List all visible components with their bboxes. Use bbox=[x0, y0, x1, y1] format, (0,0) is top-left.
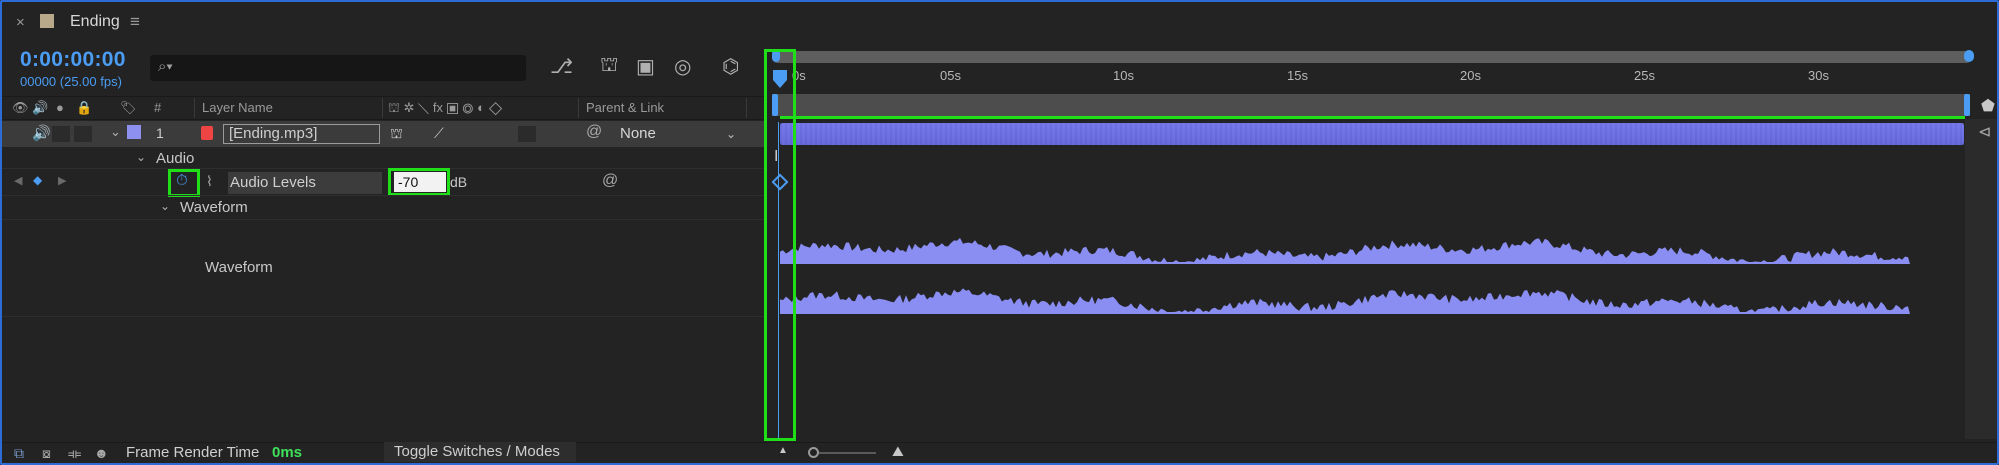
column-divider bbox=[382, 98, 383, 118]
frame-fps-readout: 00000 (25.00 fps) bbox=[20, 74, 122, 89]
chevron-down-icon[interactable]: ⌄ bbox=[110, 124, 121, 140]
column-number: # bbox=[154, 100, 162, 115]
work-area-end-handle[interactable] bbox=[1964, 94, 1970, 116]
close-tab-icon[interactable]: × bbox=[16, 14, 25, 31]
row-divider bbox=[2, 195, 764, 196]
search-layers-input[interactable]: ⌕▾ bbox=[150, 55, 526, 81]
frame-blending-icon[interactable]: ◎ bbox=[674, 54, 691, 79]
ruler-label: 30s bbox=[1808, 68, 1829, 83]
audio-enabled-icon[interactable]: 🔊 bbox=[32, 124, 51, 142]
audio-levels-input[interactable]: -70 bbox=[394, 172, 446, 192]
waveform-group-label: Waveform bbox=[180, 199, 248, 216]
solo-switch-icon[interactable]: ● bbox=[56, 100, 64, 115]
frame-render-label: Frame Render Time bbox=[126, 444, 260, 461]
row-divider bbox=[2, 316, 764, 317]
draft-3d-icon[interactable]: ⛫ bbox=[600, 54, 618, 79]
frame-render-value: 0ms bbox=[272, 444, 303, 461]
audio-waveform bbox=[780, 237, 1910, 314]
layer-number: 1 bbox=[156, 125, 164, 141]
lock-toggle[interactable] bbox=[74, 126, 92, 142]
shy-layers-icon[interactable]: ▣ bbox=[636, 54, 655, 79]
adjustment-switch[interactable] bbox=[518, 126, 536, 142]
audio-levels-label: Audio Levels bbox=[228, 172, 382, 194]
shy-switch-icon[interactable]: ⛫ bbox=[390, 125, 403, 144]
parent-value: None bbox=[620, 125, 656, 142]
panel-menu-icon[interactable]: ≡ bbox=[130, 12, 140, 32]
pick-whip-icon[interactable]: @ bbox=[586, 123, 602, 141]
chevron-down-icon: ⌄ bbox=[725, 127, 736, 141]
navigator-end-handle[interactable] bbox=[1964, 50, 1974, 62]
tab-title[interactable]: Ending bbox=[70, 13, 120, 31]
ruler-label: 25s bbox=[1634, 68, 1655, 83]
tab-bar bbox=[2, 2, 1997, 44]
column-divider bbox=[578, 98, 579, 118]
search-icon: ⌕▾ bbox=[158, 58, 173, 75]
comp-flowchart-icon[interactable]: ⧉ bbox=[14, 445, 24, 462]
parent-dropdown[interactable]: None ⌄ bbox=[612, 124, 740, 144]
chevron-down-icon[interactable]: ⌄ bbox=[160, 199, 170, 213]
keyframe-diamond-icon[interactable]: ◆ bbox=[33, 173, 42, 187]
comp-color-swatch bbox=[40, 14, 54, 28]
zoom-in-icon[interactable]: ⛰ bbox=[892, 443, 904, 460]
composition-mini-flowchart-icon[interactable]: ⎇ bbox=[550, 54, 573, 79]
ruler-label: 20s bbox=[1460, 68, 1481, 83]
current-timecode[interactable]: 0:00:00:00 bbox=[20, 48, 126, 72]
row-divider bbox=[2, 168, 764, 169]
label-tag-icon[interactable]: 🏷 bbox=[120, 100, 137, 116]
prev-keyframe-icon[interactable]: ◀ bbox=[14, 174, 22, 187]
layer-label-color[interactable] bbox=[127, 125, 141, 139]
next-keyframe-icon[interactable]: ▶ bbox=[58, 174, 66, 187]
video-switch-icon[interactable]: 👁 bbox=[12, 100, 29, 116]
user-icon[interactable]: ☻ bbox=[94, 445, 109, 461]
ruler-label: 10s bbox=[1113, 68, 1134, 83]
audio-file-icon bbox=[201, 126, 213, 140]
audio-switch-icon[interactable]: 🔊 bbox=[32, 100, 48, 116]
layer-name-field[interactable]: [Ending.mp3] bbox=[223, 124, 380, 144]
lock-icon[interactable]: 🔒 bbox=[76, 100, 92, 116]
waveform-label: Waveform bbox=[205, 259, 273, 276]
column-divider bbox=[194, 98, 195, 118]
ruler-label: 15s bbox=[1287, 68, 1308, 83]
marker-bin-icon[interactable]: ⬟ bbox=[1981, 96, 1995, 116]
work-area-indicator bbox=[780, 116, 1965, 119]
comp-marker-icon[interactable]: ⊲ bbox=[1978, 122, 1991, 142]
audio-layer-bar[interactable] bbox=[780, 123, 1964, 145]
render-toggle-icon[interactable]: ⧇ bbox=[42, 445, 51, 462]
column-parent-link: Parent & Link bbox=[586, 100, 665, 115]
db-unit: dB bbox=[450, 174, 468, 190]
column-layer-name[interactable]: Layer Name bbox=[202, 100, 273, 115]
ruler-label: 05s bbox=[940, 68, 961, 83]
stopwatch-icon[interactable]: ⏱ bbox=[176, 172, 188, 189]
row-divider bbox=[2, 219, 764, 220]
audio-group-label: Audio bbox=[156, 150, 195, 167]
time-navigator-bar[interactable] bbox=[772, 51, 1972, 63]
composition-panel: × Ending ≡ 0:00:00:00 00000 (25.00 fps) … bbox=[0, 0, 1999, 465]
work-area-bar[interactable] bbox=[772, 94, 1970, 116]
chevron-down-icon[interactable]: ⌄ bbox=[136, 150, 146, 164]
timeline-toggle-icon[interactable]: ⟚ bbox=[68, 445, 81, 462]
graph-icon[interactable]: ⌇ bbox=[206, 173, 213, 190]
motion-blur-icon[interactable]: ⌬ bbox=[722, 54, 739, 79]
timeline-right-margin bbox=[1965, 119, 1997, 439]
column-divider bbox=[746, 98, 747, 118]
zoom-slider-knob[interactable] bbox=[808, 447, 819, 458]
quality-switch-icon[interactable]: ⟋ bbox=[434, 125, 444, 142]
toggle-switches-modes-button[interactable]: Toggle Switches / Modes bbox=[384, 442, 576, 462]
layer-switches-icons: ⛫ ✲ ⟍ fx ▣ ◎ ◐ ◇ bbox=[388, 100, 503, 115]
expression-pick-whip-icon[interactable]: @ bbox=[602, 172, 618, 190]
zoom-slider-track[interactable] bbox=[812, 452, 876, 454]
playhead-highlight bbox=[764, 49, 796, 441]
solo-toggle[interactable] bbox=[52, 126, 70, 142]
zoom-out-icon[interactable]: ▲ bbox=[778, 445, 788, 456]
